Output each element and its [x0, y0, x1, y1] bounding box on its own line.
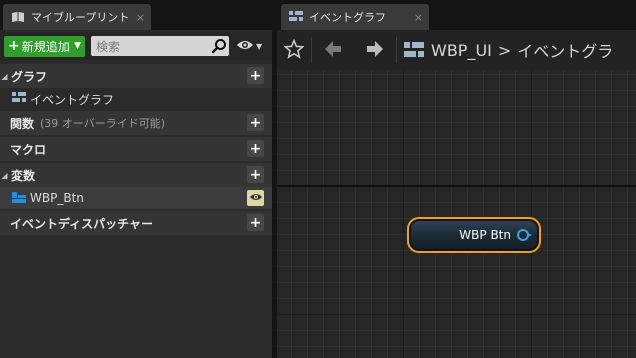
item-label: イベントグラフ	[30, 92, 115, 107]
tab-label: イベントグラフ	[309, 11, 386, 24]
breadcrumb-separator: >	[497, 40, 512, 60]
node-body: WBP Btn	[411, 221, 537, 249]
list-item-event-graph[interactable]: イベントグラフ	[0, 88, 272, 110]
add-graph-button[interactable]: +	[247, 67, 264, 84]
section-variables[interactable]: ◢ 変数 +	[0, 163, 272, 187]
node-label: WBP Btn	[459, 228, 511, 242]
star-icon	[283, 38, 305, 62]
add-function-button[interactable]: +	[247, 114, 264, 131]
section-title: マクロ	[10, 142, 47, 157]
list-item-variable-wbp-btn[interactable]: WBP_Btn	[0, 187, 272, 209]
search-icon[interactable]	[209, 36, 229, 56]
visibility-toggle[interactable]	[247, 190, 264, 206]
graph-icon	[397, 30, 431, 70]
section-functions[interactable]: 関数 (39 オーバーライド可能) +	[0, 111, 272, 135]
left-tab-bar: マイブループリント ×	[0, 0, 272, 30]
plus-icon: +	[8, 38, 20, 54]
item-label: WBP_Btn	[30, 191, 84, 205]
breadcrumb: WBP_UI > イベントグラ	[431, 38, 613, 62]
section-title: グラフ	[11, 69, 48, 84]
search-placeholder: 検索	[96, 39, 121, 54]
collapse-arrow-icon[interactable]: ◢	[0, 72, 9, 81]
add-dispatcher-button[interactable]: +	[247, 214, 264, 231]
add-variable-button[interactable]: +	[247, 166, 264, 183]
section-macros[interactable]: マクロ +	[0, 137, 272, 161]
graph-origin-line	[277, 185, 636, 187]
section-graphs[interactable]: ◢ グラフ +	[0, 64, 272, 88]
section-title: 変数	[11, 168, 36, 183]
section-title: イベントディスパッチャー	[10, 216, 154, 231]
tab-my-blueprint[interactable]: マイブループリント ×	[3, 4, 151, 30]
blueprint-book-icon	[11, 11, 25, 23]
breadcrumb-item-graph[interactable]: イベントグラ	[517, 38, 613, 62]
close-icon[interactable]: ×	[414, 11, 423, 24]
eye-icon	[236, 39, 254, 54]
breadcrumb-item-blueprint[interactable]: WBP_UI	[431, 41, 492, 60]
variable-icon	[12, 190, 26, 207]
section-event-dispatchers[interactable]: イベントディスパッチャー +	[0, 211, 272, 235]
graph-icon	[289, 11, 303, 23]
tab-event-graph[interactable]: イベントグラフ ×	[281, 4, 429, 30]
favorite-button[interactable]	[277, 30, 311, 70]
add-new-button[interactable]: + 新規追加 ▼	[4, 35, 85, 57]
arrow-right-icon	[366, 40, 384, 61]
section-title: 関数	[10, 116, 35, 131]
chevron-down-icon: ▼	[74, 41, 81, 51]
graph-icon	[12, 91, 26, 107]
output-pin-icon[interactable]	[517, 229, 532, 241]
search-input[interactable]: 検索	[91, 36, 229, 56]
blueprint-toolbar: + 新規追加 ▼ 検索 ▼	[0, 32, 272, 60]
graph-toolbar: WBP_UI > イベントグラ	[277, 30, 636, 70]
view-options-button[interactable]: ▼	[236, 39, 262, 54]
graph-canvas[interactable]: WBP Btn	[277, 70, 636, 358]
chevron-down-icon: ▼	[256, 41, 263, 51]
override-count: (39 オーバーライド可能)	[40, 117, 165, 130]
arrow-left-icon	[324, 40, 342, 61]
add-new-label: 新規追加	[21, 39, 70, 54]
variable-node-wbp-btn[interactable]: WBP Btn	[407, 217, 541, 253]
add-macro-button[interactable]: +	[247, 140, 264, 157]
close-icon[interactable]: ×	[136, 11, 145, 24]
collapse-arrow-icon[interactable]: ◢	[0, 171, 9, 180]
eye-icon	[249, 191, 263, 205]
forward-button[interactable]	[354, 30, 396, 70]
my-blueprint-panel: マイブループリント × + 新規追加 ▼ 検索 ▼ ◢ グラフ + イベントグラ…	[0, 0, 272, 358]
back-button[interactable]	[312, 30, 354, 70]
tab-label: マイブループリント	[31, 11, 130, 24]
